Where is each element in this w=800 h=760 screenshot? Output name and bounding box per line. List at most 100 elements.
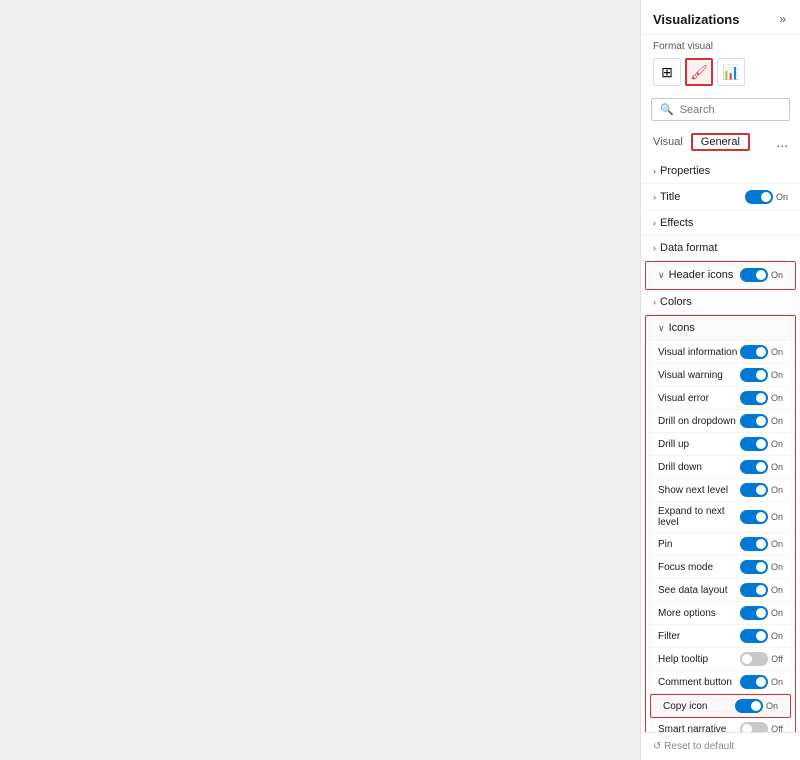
panel-collapse-button[interactable]: » (777, 10, 788, 28)
icon-toggle-label: Visual error (658, 393, 709, 404)
header-icons-toggle-pill[interactable] (740, 268, 768, 282)
toggle-pill[interactable] (740, 560, 768, 574)
icon-toggle-switch[interactable]: On (740, 510, 783, 524)
toggle-pill[interactable] (740, 510, 768, 524)
effects-section[interactable]: › Effects (641, 211, 800, 236)
icon-toggle-row[interactable]: Pin On (646, 533, 795, 556)
toggle-pill[interactable] (740, 345, 768, 359)
properties-section[interactable]: › Properties (641, 159, 800, 184)
icon-toggle-switch[interactable]: On (740, 414, 783, 428)
toggle-pill[interactable] (740, 368, 768, 382)
icon-toggle-switch[interactable]: On (740, 537, 783, 551)
toggle-pill[interactable] (740, 483, 768, 497)
title-toggle[interactable]: On (745, 190, 788, 204)
header-icons-section: ∨ Header icons On (645, 261, 796, 290)
icon-toggle-row[interactable]: Visual warningOn (646, 364, 795, 387)
panel-title: Visualizations (653, 12, 739, 27)
header-icons-toggle-label: On (771, 270, 783, 280)
icons-toggle-row[interactable]: ∨ Icons (646, 316, 795, 341)
icon-toggle-row[interactable]: FilterOn (646, 625, 795, 648)
title-toggle-label: On (776, 192, 788, 202)
icon-toggle-row[interactable]: Comment buttonOn (646, 671, 795, 694)
table-format-button[interactable]: ⊞ (653, 58, 681, 86)
toggle-pill[interactable] (740, 629, 768, 643)
effects-chevron: › (653, 218, 656, 228)
toggle-pill[interactable] (740, 537, 768, 551)
icon-toggle-switch[interactable]: On (740, 606, 783, 620)
toggle-pill[interactable] (740, 414, 768, 428)
toggle-pill[interactable] (740, 460, 768, 474)
analytics-icon: 📊 (722, 64, 739, 81)
table-icon: ⊞ (661, 64, 673, 81)
icon-toggle-switch[interactable]: On (740, 345, 783, 359)
analytics-format-button[interactable]: 📊 (717, 58, 745, 86)
reset-button[interactable]: ↺ Reset to default (653, 741, 788, 752)
search-box[interactable]: 🔍 (651, 98, 790, 121)
icon-toggle-row[interactable]: See data layoutOn (646, 579, 795, 602)
toggle-state-label: On (771, 585, 783, 595)
title-toggle-knob (761, 192, 771, 202)
toggle-state-label: On (771, 347, 783, 357)
icon-toggle-label: Pin (658, 539, 672, 550)
toggle-pill[interactable] (735, 699, 763, 713)
icon-toggle-switch[interactable]: On (740, 391, 783, 405)
icon-toggle-row[interactable]: Focus modeOn (646, 556, 795, 579)
data-format-section[interactable]: › Data format (641, 236, 800, 261)
icon-toggle-label: Drill down (658, 462, 702, 473)
search-icon: 🔍 (660, 103, 674, 116)
title-section[interactable]: › Title On (641, 184, 800, 211)
icon-toggle-switch[interactable]: On (740, 368, 783, 382)
toggle-pill[interactable] (740, 675, 768, 689)
icon-toggle-row[interactable]: Drill on dropdownOn (646, 410, 795, 433)
toggle-pill[interactable] (740, 437, 768, 451)
icon-toggle-row[interactable]: Show next levelOn (646, 479, 795, 502)
icon-toggle-row[interactable]: Expand to next levelOn (646, 502, 795, 533)
header-icons-toggle-row[interactable]: ∨ Header icons On (646, 262, 795, 289)
header-icons-toggle[interactable]: On (740, 268, 783, 282)
toggle-pill[interactable] (740, 606, 768, 620)
icon-toggle-switch[interactable]: On (740, 560, 783, 574)
colors-label: › Colors (653, 296, 692, 308)
icon-toggle-switch[interactable]: On (740, 483, 783, 497)
icon-toggle-row[interactable]: Smart narrativeOff (646, 718, 795, 732)
icon-toggle-row[interactable]: More optionsOn (646, 602, 795, 625)
title-label: › Title (653, 191, 680, 203)
icon-toggle-row[interactable]: Drill upOn (646, 433, 795, 456)
paint-format-button[interactable]: 🖌 (685, 58, 713, 86)
icon-toggle-switch[interactable]: On (740, 460, 783, 474)
toggle-state-label: Off (771, 724, 783, 732)
visualizations-panel: Visualizations » Format visual ⊞ 🖌 📊 🔍 V… (640, 0, 800, 760)
toggle-pill[interactable] (740, 722, 768, 732)
icon-toggle-label: Copy icon (663, 701, 707, 712)
icon-toggle-switch[interactable]: On (740, 583, 783, 597)
general-button[interactable]: General (691, 133, 750, 151)
icon-toggle-row[interactable]: Visual error On (646, 387, 795, 410)
icons-section: ∨ Icons Visual informationOnVisual warni… (645, 315, 796, 732)
toggle-pill[interactable] (740, 391, 768, 405)
format-icons-row: ⊞ 🖌 📊 (641, 56, 800, 94)
icon-toggle-switch[interactable]: On (740, 675, 783, 689)
icon-toggle-switch[interactable]: On (740, 437, 783, 451)
toggle-pill[interactable] (740, 652, 768, 666)
panel-scroll-area[interactable]: › Properties › Title On › Effects (641, 159, 800, 732)
more-options-button[interactable]: ... (776, 134, 788, 150)
toggle-pill[interactable] (740, 583, 768, 597)
icon-toggle-row[interactable]: Drill down On (646, 456, 795, 479)
colors-section[interactable]: › Colors (641, 290, 800, 315)
icon-toggle-switch[interactable]: On (740, 629, 783, 643)
icon-toggle-row[interactable]: Copy icon On (650, 694, 791, 718)
toggle-knob (756, 512, 766, 522)
title-chevron: › (653, 192, 656, 202)
toggle-state-label: On (771, 462, 783, 472)
title-toggle-pill[interactable] (745, 190, 773, 204)
toggle-knob (756, 562, 766, 572)
icon-toggle-row[interactable]: Help tooltipOff (646, 648, 795, 671)
icon-toggle-switch[interactable]: Off (740, 652, 783, 666)
icon-toggle-switch[interactable]: On (735, 699, 778, 713)
icon-toggle-row[interactable]: Visual informationOn (646, 341, 795, 364)
toggle-knob (756, 539, 766, 549)
icon-toggle-switch[interactable]: Off (740, 722, 783, 732)
search-input[interactable] (680, 104, 781, 116)
effects-label: › Effects (653, 217, 693, 229)
header-icons-label: ∨ Header icons (658, 269, 733, 281)
